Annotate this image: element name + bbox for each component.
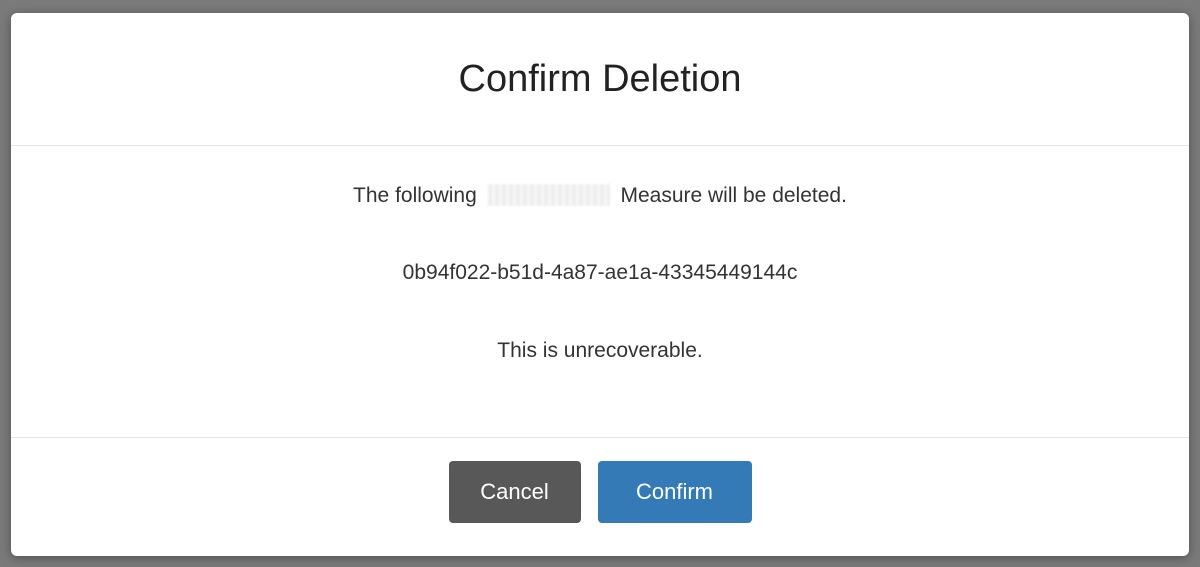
dialog-title: Confirm Deletion [458,57,742,100]
cancel-button[interactable]: Cancel [448,461,581,523]
redacted-text [487,184,610,206]
record-id: 0b94f022-b51d-4a87-ae1a-43345449144c [402,261,798,284]
deletion-message-prefix: The following [353,184,477,207]
confirm-deletion-dialog: Confirm Deletion The following Measure w… [11,13,1189,556]
dialog-body: The following Measure will be deleted. 0… [11,146,1189,437]
confirm-button[interactable]: Confirm [597,461,752,523]
deletion-message: The following Measure will be deleted. [11,184,1189,208]
warning-text: This is unrecoverable. [497,339,703,362]
deletion-message-suffix: Measure will be deleted. [620,184,847,207]
dialog-footer: Cancel Confirm [11,437,1189,556]
dialog-header: Confirm Deletion [11,13,1189,146]
